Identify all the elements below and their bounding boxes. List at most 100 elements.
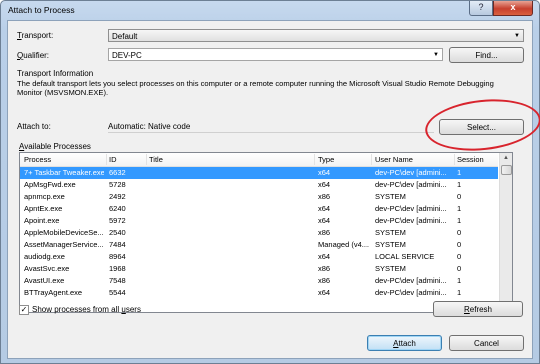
process-cell-type: x64 [318, 216, 331, 225]
process-row[interactable]: ApntEx.exe 6240 x64 dev-PC\dev [admini... 1 [20, 203, 498, 215]
process-row[interactable]: AppleMobileDeviceSe... 2540 x86 SYSTEM 0 [20, 227, 498, 239]
show-all-users-label[interactable]: Show processes from all users [32, 305, 141, 314]
help-button[interactable]: ? [469, 1, 493, 16]
process-cell-session: 1 [457, 276, 462, 285]
process-cell-session: 0 [457, 228, 462, 237]
column-header-id[interactable]: ID [109, 155, 117, 164]
column-header-session[interactable]: Session [457, 155, 484, 164]
qualifier-combobox[interactable]: DEV-PC ▼ [108, 48, 443, 61]
column-header-title[interactable]: Title [149, 155, 163, 164]
process-cell-user: dev-PC\dev [admini... [375, 276, 447, 285]
process-cell-session: 1 [457, 204, 462, 213]
process-row[interactable]: AvastUI.exe 7548 x86 dev-PC\dev [admini... 1 [20, 275, 498, 287]
process-cell-session: 1 [457, 180, 462, 189]
qualifier-label: Qualifier: [17, 51, 50, 60]
column-divider[interactable] [454, 154, 455, 165]
transport-label: Transport: [17, 31, 54, 40]
process-cell-user: dev-PC\dev [admini... [375, 204, 447, 213]
process-cell-user: dev-PC\dev [admini... [375, 180, 447, 189]
process-cell-id: 7484 [109, 240, 126, 249]
close-button[interactable]: x [493, 1, 533, 16]
process-cell-session: 1 [457, 288, 462, 297]
column-header-type[interactable]: Type [318, 155, 334, 164]
scroll-up-arrow-icon[interactable]: ▲ [500, 153, 512, 164]
process-cell-type: x64 [318, 252, 331, 261]
process-cell-process: 7+ Taskbar Tweaker.exe [24, 168, 104, 177]
process-row[interactable]: Apoint.exe 5972 x64 dev-PC\dev [admini... 1 [20, 215, 498, 227]
process-cell-process: audiodg.exe [24, 252, 65, 261]
process-cell-user: SYSTEM [375, 228, 406, 237]
chevron-down-icon: ▼ [433, 52, 439, 58]
transport-dropdown[interactable]: Default ▼ [108, 29, 524, 42]
attach-to-label: Attach to: [17, 122, 51, 131]
process-cell-id: 2540 [109, 228, 126, 237]
process-cell-id: 5728 [109, 180, 126, 189]
cancel-button[interactable]: Cancel [449, 335, 524, 351]
process-row[interactable]: AssetManagerService.... 7484 Managed (v4..… [20, 239, 498, 251]
process-cell-id: 8964 [109, 252, 126, 261]
vertical-scrollbar[interactable]: ▲ ▼ [499, 153, 512, 312]
process-cell-session: 1 [457, 216, 462, 225]
transport-value: Default [112, 32, 138, 41]
process-cell-user: LOCAL SERVICE [375, 252, 435, 261]
process-cell-user: dev-PC\dev [admini... [375, 168, 447, 177]
show-all-users-checkbox[interactable]: ✓ [19, 305, 29, 315]
process-cell-process: AssetManagerService.... [24, 240, 104, 249]
column-divider[interactable] [106, 154, 107, 165]
process-cell-user: SYSTEM [375, 240, 406, 249]
refresh-button[interactable]: Refresh [433, 301, 523, 317]
process-cell-user: SYSTEM [375, 264, 406, 273]
process-row[interactable]: ApMsgFwd.exe 5728 x64 dev-PC\dev [admini...… [20, 179, 498, 191]
column-header-process[interactable]: Process [24, 155, 51, 164]
title-bar[interactable]: Attach to Process ? x [1, 1, 539, 19]
attach-button[interactable]: Attach [367, 335, 442, 351]
transport-info-text-line1: The default transport lets you select pr… [17, 79, 494, 88]
process-cell-process: AvastUI.exe [24, 276, 65, 285]
process-cell-type: x86 [318, 192, 331, 201]
column-divider[interactable] [371, 154, 372, 165]
process-cell-session: 0 [457, 192, 462, 201]
column-divider[interactable] [314, 154, 315, 165]
scrollbar-thumb[interactable] [501, 165, 512, 175]
process-cell-type: x86 [318, 276, 331, 285]
transport-info-heading: Transport Information [17, 69, 94, 78]
process-cell-id: 1968 [109, 264, 126, 273]
process-row[interactable]: audiodg.exe 8964 x64 LOCAL SERVICE 0 [20, 251, 498, 263]
process-cell-session: 0 [457, 240, 462, 249]
column-divider[interactable] [146, 154, 147, 165]
process-cell-id: 6240 [109, 204, 126, 213]
attach-to-process-dialog: Attach to Process ? x Transport: Default… [0, 0, 540, 364]
process-cell-user: dev-PC\dev [admini... [375, 216, 447, 225]
process-row[interactable]: apnmcp.exe 2492 x86 SYSTEM 0 [20, 191, 498, 203]
transport-info-text-line2: Monitor (MSVSMON.EXE). [17, 88, 109, 97]
process-cell-process: apnmcp.exe [24, 192, 65, 201]
process-cell-process: AvastSvc.exe [24, 264, 70, 273]
attach-to-value: Automatic: Native code [108, 122, 191, 131]
window-title: Attach to Process [8, 5, 75, 15]
process-cell-type: Managed (v4.... [318, 240, 369, 249]
process-cell-id: 6632 [109, 168, 126, 177]
column-header-user-name[interactable]: User Name [375, 155, 413, 164]
process-cell-user: SYSTEM [375, 192, 406, 201]
find-button[interactable]: Find... [449, 47, 524, 63]
process-cell-process: ApntEx.exe [24, 204, 63, 213]
process-list[interactable]: Process ID Title Type User Name Session … [19, 152, 513, 313]
available-processes-label: Available Processes [19, 142, 91, 151]
process-cell-id: 5544 [109, 288, 126, 297]
process-cell-type: x64 [318, 180, 331, 189]
process-row[interactable]: BTTrayAgent.exe 5544 x64 dev-PC\dev [admini… [20, 287, 498, 299]
process-list-header: Process ID Title Type User Name Session [20, 153, 498, 167]
process-cell-process: ApMsgFwd.exe [24, 180, 76, 189]
process-row[interactable]: 7+ Taskbar Tweaker.exe 6632 x64 dev-PC\dev … [20, 167, 498, 179]
chevron-down-icon: ▼ [514, 33, 520, 39]
process-cell-process: AppleMobileDeviceSe... [24, 228, 104, 237]
process-cell-type: x86 [318, 228, 331, 237]
process-cell-session: 0 [457, 252, 462, 261]
process-cell-type: x64 [318, 168, 331, 177]
process-cell-user: dev-PC\dev [admini... [375, 288, 447, 297]
process-row[interactable]: AvastSvc.exe 1968 x86 SYSTEM 0 [20, 263, 498, 275]
process-cell-type: x64 [318, 204, 331, 213]
process-cell-id: 7548 [109, 276, 126, 285]
attach-to-underline [108, 132, 434, 133]
process-cell-type: x86 [318, 264, 331, 273]
